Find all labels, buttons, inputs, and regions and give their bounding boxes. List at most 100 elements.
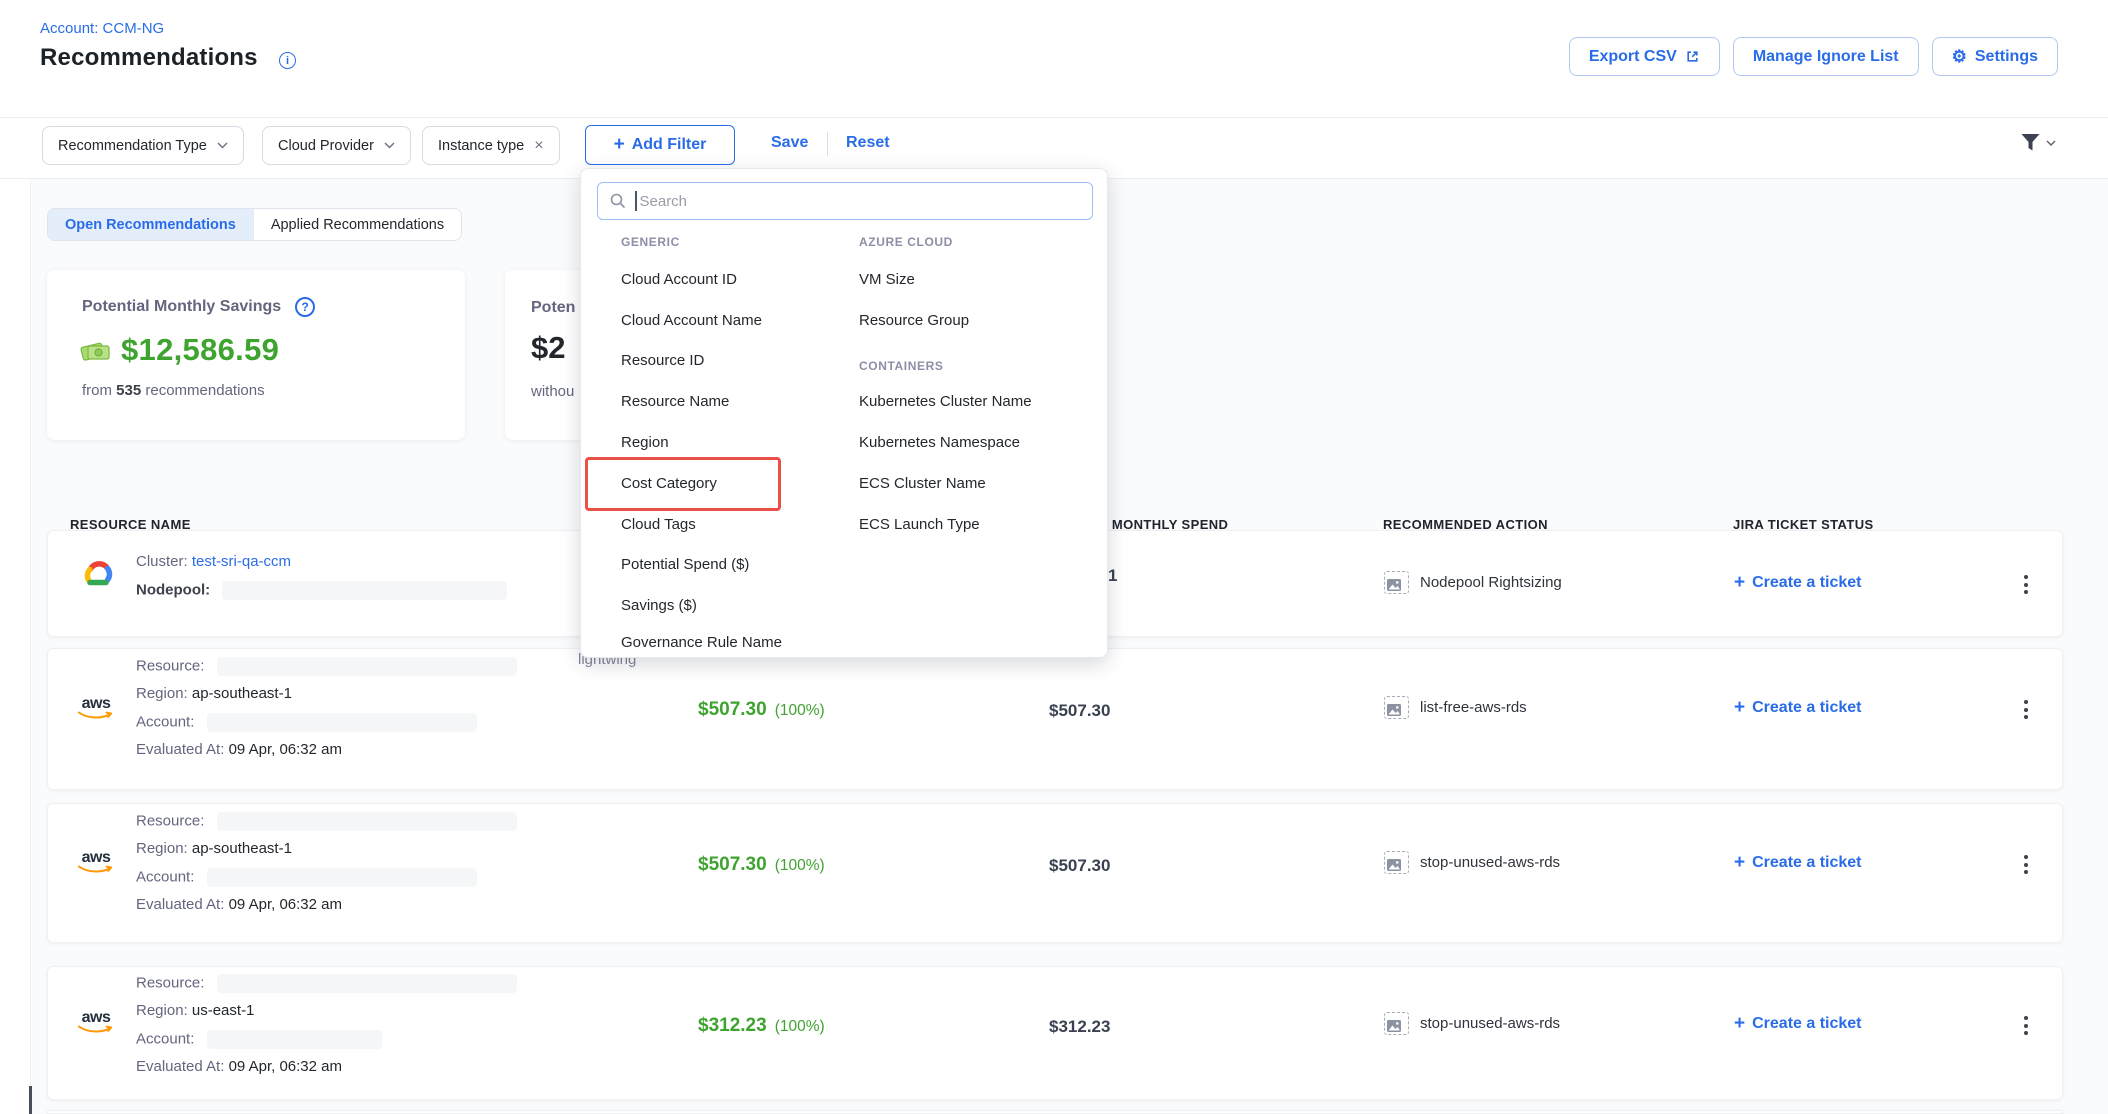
dropdown-item-governance-rule-name[interactable]: Governance Rule Name (621, 634, 782, 651)
redacted-value (217, 812, 517, 831)
potential-savings-cell: $507.30(100%) (698, 854, 825, 876)
create-ticket-button[interactable]: + Create a ticket (1734, 697, 1862, 719)
money-icon (80, 336, 112, 364)
recommended-action-cell: stop-unused-aws-rds (1384, 1012, 1560, 1035)
tab-applied-recommendations[interactable]: Applied Recommendations (253, 209, 461, 240)
dropdown-item-cloud-tags[interactable]: Cloud Tags (621, 516, 696, 533)
dropdown-item-kubernetes-namespace[interactable]: Kubernetes Namespace (859, 434, 1020, 451)
potential-monthly-savings-card: Potential Monthly Savings ? $12,586.59 f… (47, 270, 465, 440)
redacted-value (207, 713, 477, 732)
dropdown-item-cloud-account-id[interactable]: Cloud Account ID (621, 271, 737, 288)
image-placeholder-icon (1384, 696, 1409, 719)
redacted-value (217, 974, 517, 993)
section-generic: GENERIC (621, 235, 680, 249)
savings-card-title: Potential Monthly Savings (82, 298, 281, 316)
chip-label: Cloud Provider (278, 138, 374, 154)
recommended-action-label: Nodepool Rightsizing (1420, 574, 1562, 591)
header-actions: Export CSV Manage Ignore List ⚙ Settings (1569, 37, 2058, 76)
monthly-spend-cell: $507.30 (1049, 856, 1110, 876)
table-row[interactable]: aws Resource: Region: ap-southeast-1 Acc… (47, 648, 2063, 790)
create-ticket-button[interactable]: + Create a ticket (1734, 1013, 1862, 1035)
row-menu-kebab[interactable] (2020, 696, 2032, 723)
gear-icon: ⚙ (1952, 48, 1967, 65)
resource-label: Resource: (136, 974, 204, 991)
partial-card-amount-fragment: $2 (531, 330, 565, 366)
breadcrumb-account-link[interactable]: Account: CCM-NG (40, 20, 164, 37)
evaluated-at-value: 09 Apr, 06:32 am (229, 741, 342, 758)
cluster-label: Cluster: (136, 553, 188, 570)
table-row-partial (47, 1110, 2063, 1114)
plus-icon: + (1734, 572, 1745, 594)
partial-card-subtitle-fragment: withou (531, 383, 574, 400)
create-ticket-button[interactable]: + Create a ticket (1734, 852, 1862, 874)
funnel-icon (2020, 133, 2041, 152)
region-value: ap-southeast-1 (192, 685, 292, 702)
manage-ignore-list-button[interactable]: Manage Ignore List (1733, 37, 1919, 76)
settings-label: Settings (1975, 48, 2038, 66)
dropdown-item-resource-id[interactable]: Resource ID (621, 352, 704, 369)
region-value: us-east-1 (192, 1002, 255, 1019)
savings-subtitle: from 535 recommendations (82, 382, 265, 399)
dropdown-item-potential-spend[interactable]: Potential Spend ($) (621, 556, 749, 573)
row1-spend-fragment: 1 (1108, 566, 1117, 586)
header-divider (0, 117, 2108, 118)
evaluated-at-value: 09 Apr, 06:32 am (229, 1058, 342, 1075)
settings-button[interactable]: ⚙ Settings (1932, 37, 2058, 76)
image-placeholder-icon (1384, 1012, 1409, 1035)
dropdown-item-savings[interactable]: Savings ($) (621, 597, 697, 614)
table-row[interactable]: aws Resource: Region: ap-southeast-1 Acc… (47, 803, 2063, 943)
recommended-action-label: stop-unused-aws-rds (1420, 854, 1560, 871)
plus-icon: + (1734, 852, 1745, 874)
row-menu-kebab[interactable] (2020, 571, 2032, 598)
chevron-down-icon (217, 142, 228, 149)
reset-filter-button[interactable]: Reset (846, 134, 890, 152)
row-menu-kebab[interactable] (2020, 851, 2032, 878)
dropdown-search[interactable] (597, 182, 1093, 220)
redacted-value (217, 657, 517, 676)
filter-chip-recommendation-type[interactable]: Recommendation Type (42, 126, 244, 165)
create-ticket-label: Create a ticket (1752, 574, 1861, 592)
redacted-value (207, 868, 477, 887)
dropdown-item-resource-group[interactable]: Resource Group (859, 312, 969, 329)
save-filter-button[interactable]: Save (771, 134, 808, 152)
search-input[interactable] (640, 193, 1081, 210)
image-placeholder-icon (1384, 851, 1409, 874)
add-filter-label: Add Filter (632, 136, 707, 154)
help-icon[interactable]: ? (295, 297, 315, 317)
recommended-action-label: stop-unused-aws-rds (1420, 1015, 1560, 1032)
dropdown-item-vm-size[interactable]: VM Size (859, 271, 915, 288)
region-label: Region: (136, 840, 188, 857)
table-row[interactable]: aws Resource: Region: us-east-1 Account:… (47, 966, 2063, 1100)
filter-panel-toggle[interactable] (2020, 133, 2056, 152)
create-ticket-label: Create a ticket (1752, 1015, 1861, 1033)
info-icon[interactable]: i (279, 52, 296, 69)
create-ticket-button[interactable]: + Create a ticket (1734, 572, 1862, 594)
gcp-icon (80, 558, 116, 593)
row-menu-kebab[interactable] (2020, 1012, 2032, 1039)
dropdown-item-resource-name[interactable]: Resource Name (621, 393, 729, 410)
dropdown-item-ecs-cluster-name[interactable]: ECS Cluster Name (859, 475, 986, 492)
close-icon[interactable]: × (534, 137, 543, 155)
recommendations-tabs: Open Recommendations Applied Recommendat… (47, 208, 462, 241)
tab-open-recommendations[interactable]: Open Recommendations (48, 209, 253, 240)
evaluated-at-label: Evaluated At: (136, 896, 224, 913)
dropdown-item-region[interactable]: Region (621, 434, 669, 451)
aws-icon: aws (78, 851, 114, 874)
dropdown-item-cost-category[interactable]: Cost Category (621, 475, 717, 492)
add-filter-button[interactable]: + Add Filter (585, 125, 735, 165)
chip-label: Recommendation Type (58, 138, 207, 154)
plus-icon: + (1734, 697, 1745, 719)
recommendations-page: Account: CCM-NG Recommendations i Export… (0, 0, 2108, 1114)
dropdown-item-cloud-account-name[interactable]: Cloud Account Name (621, 312, 762, 329)
dropdown-item-kubernetes-cluster-name[interactable]: Kubernetes Cluster Name (859, 393, 1032, 410)
filter-chip-cloud-provider[interactable]: Cloud Provider (262, 126, 411, 165)
redacted-value (222, 581, 507, 600)
dropdown-item-ecs-launch-type[interactable]: ECS Launch Type (859, 516, 980, 533)
filter-chip-instance-type[interactable]: Instance type × (422, 126, 560, 165)
evaluated-at-value: 09 Apr, 06:32 am (229, 896, 342, 913)
export-csv-label: Export CSV (1589, 48, 1677, 66)
export-csv-button[interactable]: Export CSV (1569, 37, 1720, 76)
cluster-name-link[interactable]: test-sri-qa-ccm (192, 553, 291, 570)
monthly-spend-cell: $507.30 (1049, 701, 1110, 721)
redacted-value (207, 1030, 382, 1049)
